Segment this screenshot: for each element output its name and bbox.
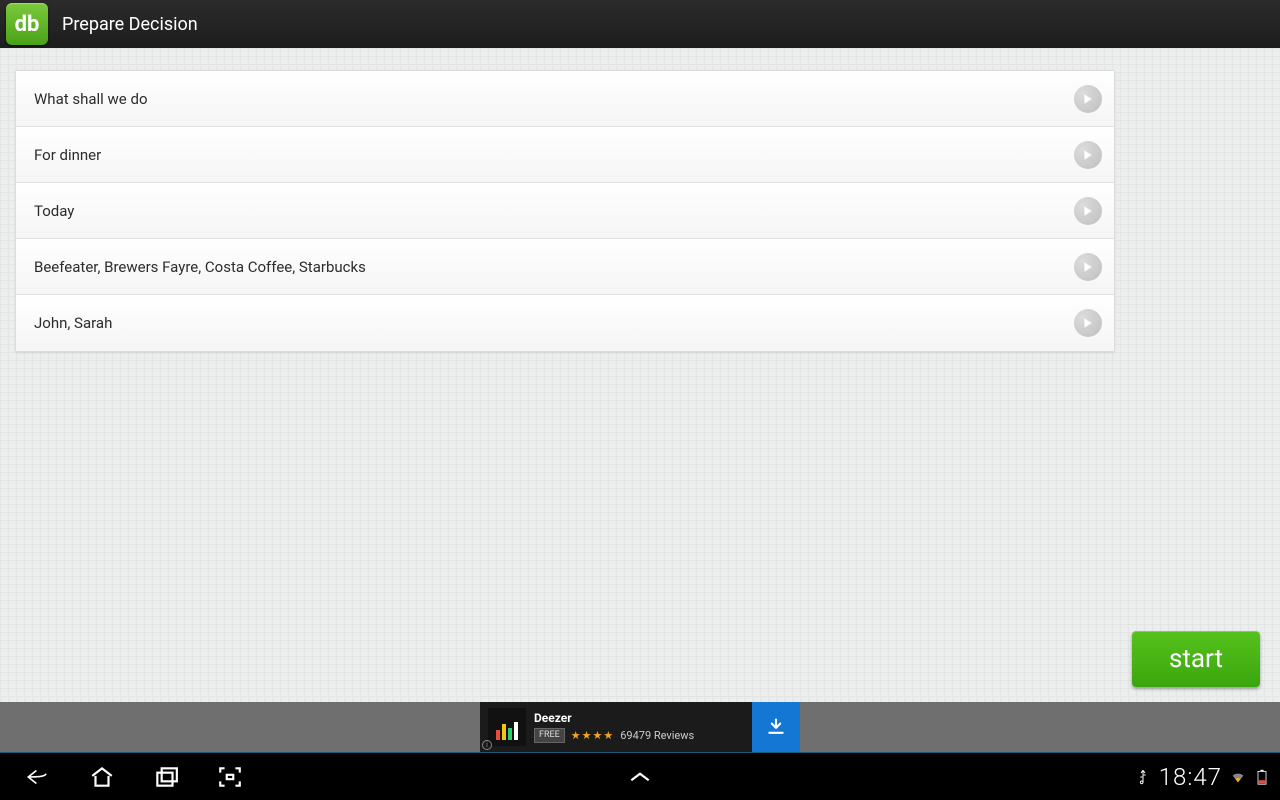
- play-icon: [1074, 197, 1102, 225]
- ad-stars: ★★★★: [571, 729, 614, 742]
- app-icon[interactable]: db: [6, 3, 48, 45]
- play-icon: [1074, 309, 1102, 337]
- recent-apps-button[interactable]: [134, 753, 198, 800]
- list-item-label: John, Sarah: [34, 314, 1074, 332]
- list-item[interactable]: Today: [16, 183, 1114, 239]
- list-item-label: Beefeater, Brewers Fayre, Costa Coffee, …: [34, 258, 1074, 276]
- screenshot-button[interactable]: [198, 753, 262, 800]
- usb-icon: [1135, 769, 1151, 785]
- start-button[interactable]: start: [1132, 631, 1260, 687]
- decision-list: What shall we do For dinner Today Beefea…: [15, 70, 1115, 352]
- page-title: Prepare Decision: [62, 14, 198, 35]
- home-button[interactable]: [70, 753, 134, 800]
- ad-text: Deezer FREE ★★★★ 69479 Reviews: [534, 711, 694, 742]
- wifi-icon: [1230, 769, 1246, 785]
- ad-reviews: 69479 Reviews: [620, 729, 694, 742]
- back-button[interactable]: [6, 753, 70, 800]
- system-navbar: 18:47: [0, 752, 1280, 800]
- content-area: What shall we do For dinner Today Beefea…: [0, 48, 1280, 702]
- ad-thumbnail: [488, 708, 526, 746]
- play-icon: [1074, 253, 1102, 281]
- ad-banner[interactable]: i Deezer FREE ★★★★ 69479 Reviews: [480, 702, 800, 752]
- list-item[interactable]: Beefeater, Brewers Fayre, Costa Coffee, …: [16, 239, 1114, 295]
- expand-button[interactable]: [610, 753, 670, 800]
- app-icon-text: db: [15, 12, 40, 37]
- play-icon: [1074, 85, 1102, 113]
- list-item-label: Today: [34, 202, 1074, 220]
- ad-download-button[interactable]: [752, 702, 800, 752]
- ad-banner-bar: i Deezer FREE ★★★★ 69479 Reviews: [0, 702, 1280, 752]
- list-item-label: What shall we do: [34, 90, 1074, 108]
- list-item-label: For dinner: [34, 146, 1074, 164]
- battery-icon: [1254, 769, 1270, 785]
- ad-price-badge: FREE: [534, 728, 565, 743]
- play-icon: [1074, 141, 1102, 169]
- status-clock: 18:47: [1159, 763, 1222, 791]
- list-item[interactable]: For dinner: [16, 127, 1114, 183]
- list-item[interactable]: John, Sarah: [16, 295, 1114, 351]
- ad-info-icon[interactable]: i: [482, 740, 492, 750]
- list-item[interactable]: What shall we do: [16, 71, 1114, 127]
- start-button-label: start: [1169, 644, 1223, 674]
- action-bar: db Prepare Decision: [0, 0, 1280, 48]
- ad-title: Deezer: [534, 711, 694, 725]
